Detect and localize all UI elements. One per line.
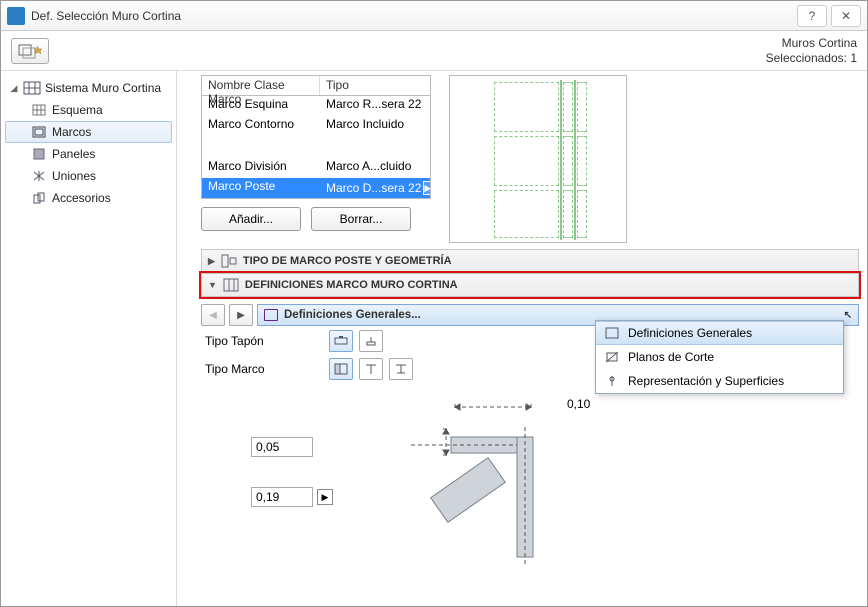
- status-line2: Seleccionados: 1: [766, 51, 857, 65]
- nav-next-button[interactable]: ▶: [229, 304, 253, 326]
- sidebar-item-label: Uniones: [52, 169, 96, 183]
- popup-item-label: Planos de Corte: [628, 350, 714, 364]
- frame-class-table: Nombre Clase Marco Tipo Marco Esquina Ma…: [201, 75, 431, 199]
- preview-pane: [449, 75, 627, 243]
- section-dropdown-label: Definiciones Generales...: [284, 309, 421, 321]
- rect-icon: [264, 309, 278, 321]
- frame-type-group: [329, 358, 413, 380]
- collapse-icon: ◢: [9, 83, 19, 94]
- chevron-right-icon: ▶: [208, 256, 215, 267]
- chevron-down-icon: ▼: [208, 280, 217, 290]
- favorite-icon: [18, 43, 42, 59]
- table-row[interactable]: Marco Poste Marco D...sera 22▶: [202, 178, 430, 198]
- frame-class-column: Nombre Clase Marco Tipo Marco Esquina Ma…: [201, 75, 431, 243]
- junction-icon: [30, 169, 48, 183]
- selection-status: Muros Cortina Seleccionados: 1: [766, 36, 857, 65]
- table-row[interactable]: Marco Contorno Marco Incluido: [202, 116, 430, 136]
- cursor-icon: ↖: [844, 310, 852, 321]
- table-row-gap: [202, 136, 430, 158]
- sidebar-item-label: Esquema: [52, 103, 103, 117]
- frame-type-1[interactable]: [329, 358, 353, 380]
- favorite-button[interactable]: [11, 38, 49, 64]
- th-type: Tipo: [320, 76, 430, 95]
- label-tipo-tapon: Tipo Tapón: [205, 334, 315, 348]
- geometry-icon: [221, 254, 237, 268]
- sidebar: ◢ Sistema Muro Cortina Esquema Marcos Pa…: [1, 71, 177, 606]
- th-name: Nombre Clase Marco: [202, 76, 320, 95]
- dim-value-right: 0,10: [567, 397, 590, 411]
- row-arrow-button[interactable]: ▶: [423, 181, 430, 195]
- cap-type-group: [329, 330, 383, 352]
- frame-type-2[interactable]: [359, 358, 383, 380]
- frame-icon: [30, 125, 48, 139]
- dim-arrow-button[interactable]: ▶: [317, 489, 333, 505]
- frame-type-3[interactable]: [389, 358, 413, 380]
- section-icon: [604, 350, 620, 364]
- label-tipo-marco: Tipo Marco: [205, 362, 315, 376]
- grid-icon: [30, 103, 48, 117]
- accordion-label: DEFINICIONES MARCO MURO CORTINA: [245, 279, 458, 291]
- sidebar-item-label: Paneles: [52, 147, 95, 161]
- close-button[interactable]: ✕: [831, 5, 861, 27]
- accordion-label: TIPO DE MARCO POSTE Y GEOMETRÍA: [243, 255, 452, 267]
- toolbar: Muros Cortina Seleccionados: 1: [1, 31, 867, 71]
- rect-icon: [604, 326, 620, 340]
- accessory-icon: [30, 191, 48, 205]
- popup-item-definiciones[interactable]: Definiciones Generales: [596, 321, 843, 345]
- popup-item-representacion[interactable]: Representación y Superficies: [596, 369, 843, 393]
- add-button[interactable]: Añadir...: [201, 207, 301, 231]
- geometry-diagram: 0,10 ▶: [201, 387, 859, 597]
- dim-input-1[interactable]: [251, 437, 313, 457]
- sidebar-item-esquema[interactable]: Esquema: [5, 99, 172, 121]
- help-button[interactable]: ?: [797, 5, 827, 27]
- app-icon: [7, 7, 25, 25]
- sidebar-item-accesorios[interactable]: Accesorios: [5, 187, 172, 209]
- popup-item-label: Representación y Superficies: [628, 374, 784, 388]
- delete-button[interactable]: Borrar...: [311, 207, 411, 231]
- dialog-window: Def. Selección Muro Cortina ? ✕ Muros Co…: [0, 0, 868, 607]
- sidebar-item-paneles[interactable]: Paneles: [5, 143, 172, 165]
- sidebar-item-marcos[interactable]: Marcos: [5, 121, 172, 143]
- tree-root-label: Sistema Muro Cortina: [45, 81, 161, 95]
- cap-type-2[interactable]: [359, 330, 383, 352]
- popup-item-planos[interactable]: Planos de Corte: [596, 345, 843, 369]
- table-row[interactable]: Marco Esquina Marco R...sera 22: [202, 96, 430, 116]
- accordion-definitions[interactable]: ▼ DEFINICIONES MARCO MURO CORTINA: [201, 273, 859, 297]
- tree-root[interactable]: ◢ Sistema Muro Cortina: [5, 77, 172, 99]
- window-title: Def. Selección Muro Cortina: [31, 9, 181, 23]
- accordion-geometry[interactable]: ▶ TIPO DE MARCO POSTE Y GEOMETRÍA: [201, 249, 859, 273]
- panel-icon: [30, 147, 48, 161]
- definitions-icon: [223, 278, 239, 292]
- nav-prev-button[interactable]: ◀: [201, 304, 225, 326]
- cap-type-1[interactable]: [329, 330, 353, 352]
- titlebar: Def. Selección Muro Cortina ? ✕: [1, 1, 867, 31]
- table-header: Nombre Clase Marco Tipo: [202, 76, 430, 96]
- sidebar-item-uniones[interactable]: Uniones: [5, 165, 172, 187]
- curtainwall-icon: [23, 81, 41, 95]
- repr-icon: [604, 374, 620, 388]
- status-line1: Muros Cortina: [766, 36, 857, 50]
- frame-section-drawing: [331, 387, 671, 587]
- dim-input-2[interactable]: [251, 487, 313, 507]
- section-dropdown-popup: Definiciones Generales Planos de Corte R…: [595, 320, 844, 394]
- sidebar-item-label: Marcos: [52, 125, 91, 139]
- sidebar-item-label: Accesorios: [52, 191, 111, 205]
- popup-item-label: Definiciones Generales: [628, 326, 752, 340]
- table-row[interactable]: Marco División Marco A...cluido: [202, 158, 430, 178]
- accordion: ▶ TIPO DE MARCO POSTE Y GEOMETRÍA ▼ DEFI…: [201, 249, 859, 297]
